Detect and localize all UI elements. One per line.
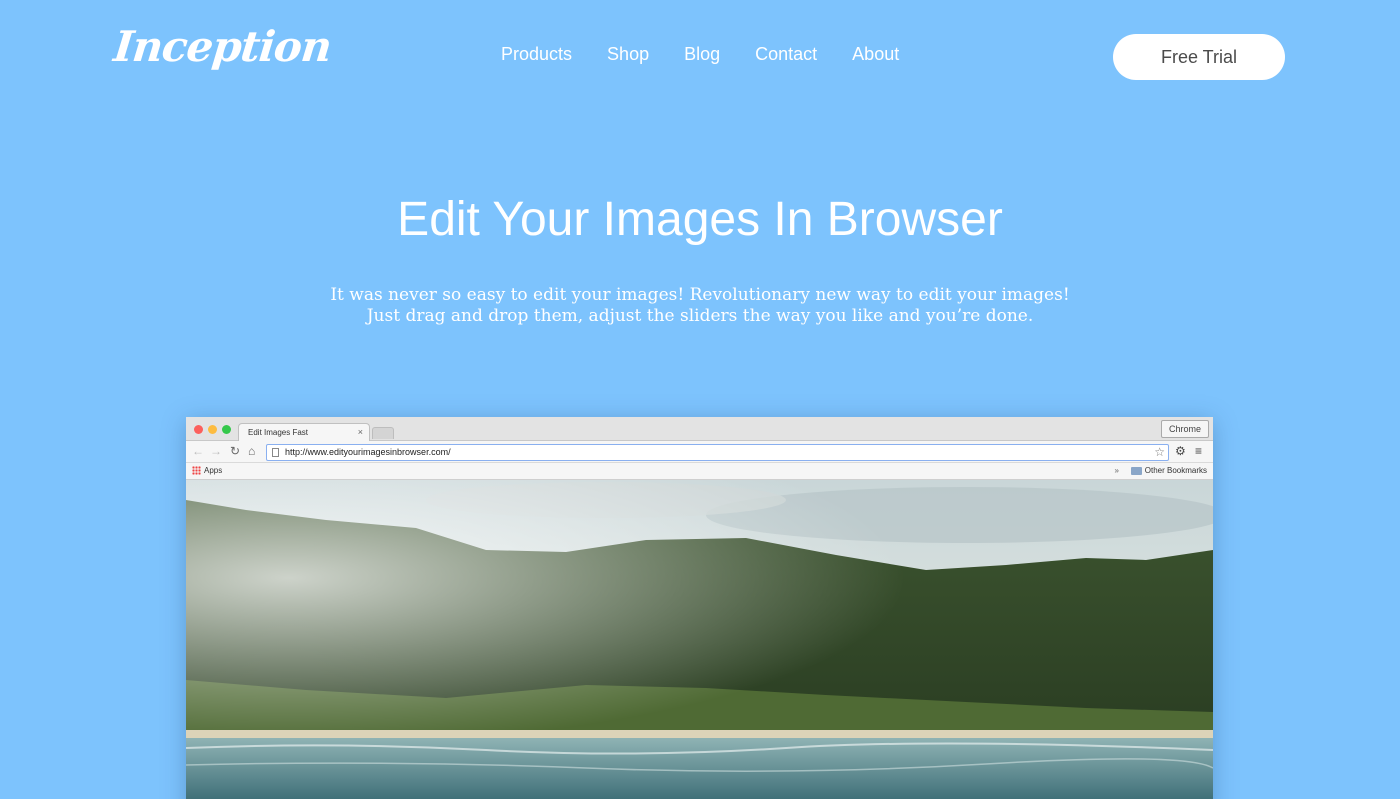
hero-subtitle: It was never so easy to edit your images… [0,285,1400,327]
hero-title: Edit Your Images In Browser [397,193,1003,246]
window-close-icon [194,425,203,434]
landscape-photo [186,480,1213,799]
hero-subtitle-line-2: Just drag and drop them, adjust the slid… [366,306,1034,326]
other-bookmarks: Other Bookmarks [1130,466,1207,475]
new-tab-button [372,427,394,439]
nav-item-blog[interactable]: Blog [684,44,720,65]
browser-menu-icon: ≡ [1195,444,1203,458]
free-trial-button[interactable]: Free Trial [1113,34,1285,80]
settings-gear-icon: ⚙ [1175,444,1186,458]
bookmark-star-icon: ☆ [1154,445,1165,459]
back-arrow-icon: ← [192,444,204,458]
address-bar: http://www.edityourimagesinbrowser.com/ … [266,444,1169,461]
forward-arrow-icon: → [210,444,222,458]
window-minimize-icon [208,425,217,434]
nav-item-about[interactable]: About [852,44,899,65]
tab-close-icon: × [357,427,363,437]
home-icon: ⌂ [248,444,256,458]
hero-subtitle-line-1: It was never so easy to edit your images… [330,285,1070,305]
browser-profile-button: Chrome [1161,420,1209,438]
browser-tab: Edit Images Fast × [238,423,370,441]
browser-mockup: Edit Images Fast × Chrome ← → ↻ ⌂ http:/… [186,417,1213,799]
nav-item-contact[interactable]: Contact [755,44,817,65]
apps-label: Apps [204,466,223,475]
window-zoom-icon [222,425,231,434]
browser-toolbar: ← → ↻ ⌂ http://www.edityourimagesinbrows… [186,441,1213,463]
browser-viewport [186,480,1213,799]
bookmarks-bar: Apps » Other Bookmarks [186,463,1213,480]
apps-grid-icon [192,466,201,475]
nav-item-products[interactable]: Products [501,44,572,65]
brand-logo[interactable]: Inception [111,22,333,71]
nav-item-shop[interactable]: Shop [607,44,649,65]
page-icon [272,448,279,457]
browser-tab-title: Edit Images Fast [248,428,309,437]
folder-icon [1130,466,1142,475]
bookmarks-overflow-icon: » [1114,466,1119,475]
address-bar-url: http://www.edityourimagesinbrowser.com/ [285,447,451,457]
main-nav: Products Shop Blog Contact About [501,44,934,65]
other-bookmarks-label: Other Bookmarks [1144,466,1207,475]
reload-icon: ↻ [230,444,241,458]
browser-tab-bar: Edit Images Fast × Chrome [186,417,1213,441]
bookmarks-apps: Apps [192,466,222,475]
